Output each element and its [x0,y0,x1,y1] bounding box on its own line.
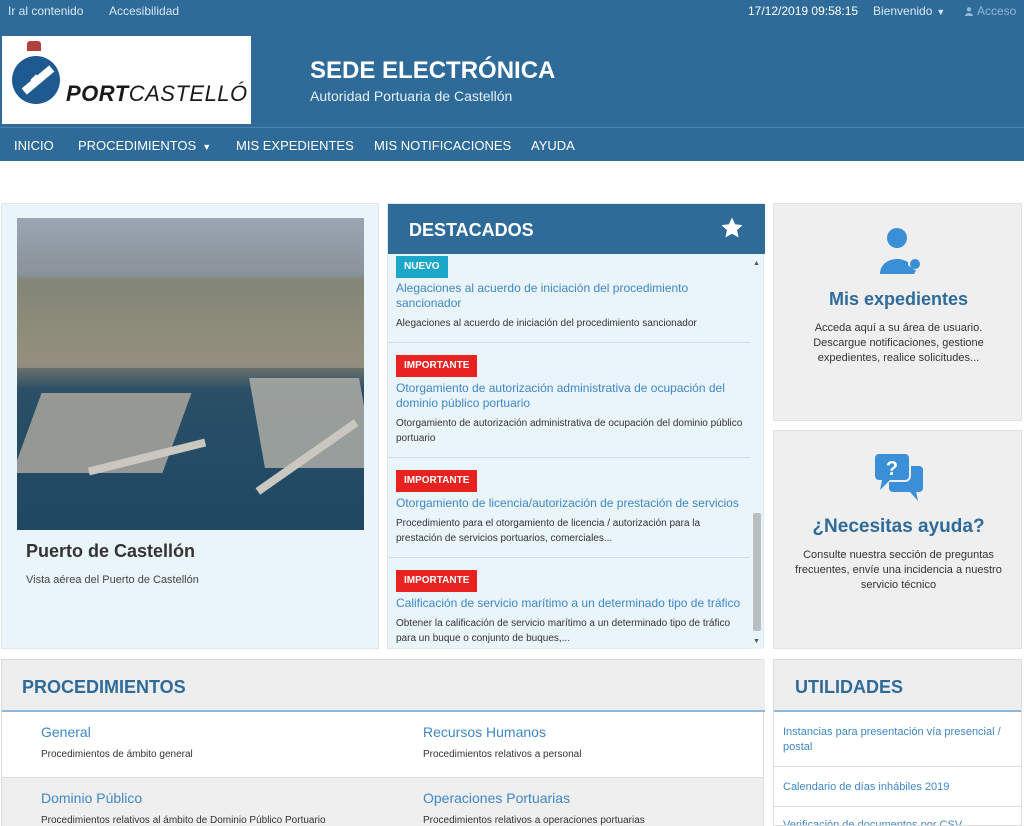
utilidad-item[interactable]: Calendario de días inhábiles 2019 [774,767,1021,807]
destacado-text: Otorgamiento de autorización administrat… [396,418,743,444]
site-title: SEDE ELECTRÓNICA [310,57,556,84]
procedimiento-link[interactable]: Recursos Humanos [423,724,546,740]
destacado-text: Alegaciones al acuerdo de iniciación del… [396,318,697,329]
destacados-header: DESTACADOS [388,204,765,254]
procedimientos-row: Dominio Público Procedimientos relativos… [2,777,763,826]
procedimientos-title: PROCEDIMIENTOS [22,677,186,697]
port-description: Vista aérea del Puerto de Castellón [26,574,199,586]
ayuda-title: ¿Necesitas ayuda? [812,516,985,537]
star-icon [721,217,743,238]
nav-mis-notificaciones[interactable]: MIS NOTIFICACIONES [374,138,511,153]
badge-nuevo: NUEVO [396,256,448,278]
destacado-item[interactable]: IMPORTANTE Otorgamiento de autorización … [388,343,750,458]
site-subtitle: Autoridad Portuaria de Castellón [310,88,513,104]
main-nav: INICIO PROCEDIMIENTOS ▼ MIS EXPEDIENTES M… [0,127,1024,161]
utilidad-link[interactable]: Calendario de días inhábiles 2019 [783,780,1013,795]
nav-procedimientos[interactable]: PROCEDIMIENTOS ▼ [78,138,211,153]
port-aerial-photo [17,218,364,530]
nav-procedimientos-label: PROCEDIMIENTOS [78,138,197,153]
destacados-panel: DESTACADOS NUEVO Alegaciones al acuerdo … [387,203,765,649]
utilidades-title: UTILIDADES [795,677,903,697]
accessibility-link[interactable]: Accesibilidad [109,4,179,18]
port-panel: Puerto de Castellón Vista aérea del Puer… [1,203,379,649]
port-title: Puerto de Castellón [26,541,196,561]
procedimiento-link[interactable]: General [41,724,91,740]
welcome-label: Bienvenido [873,4,933,18]
badge-importante: IMPORTANTE [396,355,478,377]
procedimientos-row: General Procedimientos de ámbito general… [2,712,763,777]
nav-inicio[interactable]: INICIO [14,138,54,153]
utilidades-header: UTILIDADES [774,660,1021,712]
scrollbar-thumb[interactable] [753,513,761,631]
procedimiento-desc: Procedimientos de ámbito general [41,749,193,760]
mis-expedientes-text: Acceda aquí a su área de usuario. Descar… [813,322,984,364]
destacado-item[interactable]: IMPORTANTE Calificación de servicio marí… [388,558,750,649]
destacado-link[interactable]: Otorgamiento de autorización administrat… [396,381,741,411]
destacado-link[interactable]: Alegaciones al acuerdo de iniciación del… [396,281,741,311]
utilidades-panel: UTILIDADES Instancias para presentación … [773,659,1022,826]
caret-down-icon: ▼ [202,142,212,152]
caret-down-icon: ▼ [936,7,946,17]
utilidad-item[interactable]: Verificación de documentos por CSV [774,807,1021,825]
destacados-title: DESTACADOS [409,220,534,240]
user-icon [965,7,973,16]
destacados-list[interactable]: NUEVO Alegaciones al acuerdo de iniciaci… [388,254,750,649]
destacado-link[interactable]: Calificación de servicio marítimo a un d… [396,596,741,611]
destacado-text: Obtener la calificación de servicio marí… [396,618,731,644]
utilidad-link[interactable]: Verificación de documentos por CSV [783,818,1013,825]
procedimientos-panel: PROCEDIMIENTOS General Procedimientos de… [1,659,765,826]
welcome-menu[interactable]: Bienvenido ▼ [873,4,945,18]
skip-to-content-link[interactable]: Ir al contenido [8,4,83,18]
destacado-text: Procedimiento para el otorgamiento de li… [396,518,701,544]
ayuda-text: Consulte nuestra sección de preguntas fr… [795,549,1002,591]
ayuda-card[interactable]: ? ¿Necesitas ayuda? Consulte nuestra sec… [773,430,1022,649]
login-label: Acceso [977,4,1017,18]
badge-importante: IMPORTANTE [396,570,478,592]
badge-importante: IMPORTANTE [396,470,478,492]
procedimientos-header: PROCEDIMIENTOS [2,660,765,712]
nav-ayuda[interactable]: AYUDA [531,138,575,153]
utilidad-item[interactable]: Instancias para presentación vía presenc… [774,712,1021,767]
portcastello-logo[interactable]: PORTCASTELLÓ [2,36,251,124]
procedimiento-link[interactable]: Operaciones Portuarias [423,790,570,806]
procedimiento-desc: Procedimientos relativos al ámbito de Do… [41,815,326,826]
destacado-link[interactable]: Otorgamiento de licencia/autorización de… [396,496,741,511]
help-chat-icon: ? [873,452,925,501]
user-key-icon [880,228,922,275]
logo-wordmark: PORTCASTELLÓ [66,81,248,106]
destacado-item[interactable]: NUEVO Alegaciones al acuerdo de iniciaci… [388,254,750,343]
procedimiento-desc: Procedimientos relativos a personal [423,749,582,760]
nav-mis-expedientes[interactable]: MIS EXPEDIENTES [236,138,354,153]
procedimiento-desc: Procedimientos relativos a operaciones p… [423,815,645,826]
mis-expedientes-card[interactable]: Mis expedientes Acceda aquí a su área de… [773,203,1022,421]
logo-mark-icon [12,56,60,104]
procedimiento-link[interactable]: Dominio Público [41,790,142,806]
mis-expedientes-title: Mis expedientes [828,289,969,309]
scroll-down-icon[interactable]: ▼ [753,638,760,645]
scroll-up-icon[interactable]: ▲ [753,260,760,267]
top-utility-bar: Ir al contenido Accesibilidad 17/12/2019… [0,0,1024,22]
crown-emblem [27,41,41,51]
destacado-item[interactable]: IMPORTANTE Otorgamiento de licencia/auto… [388,458,750,558]
svg-text:?: ? [886,458,898,480]
current-datetime: 17/12/2019 09:58:15 [748,4,859,18]
destacados-scrollbar[interactable]: ▲ ▼ [751,254,763,649]
login-link[interactable]: Acceso [965,4,1016,18]
utilidad-link[interactable]: Instancias para presentación vía presenc… [783,725,1013,755]
